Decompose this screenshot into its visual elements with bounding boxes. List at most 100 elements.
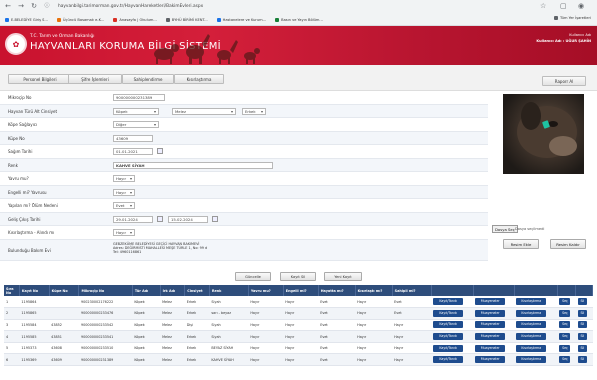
column-header[interactable]: Tür Adı [132,285,161,296]
bookmark-item[interactable]: Anasayfa | Okulum... [113,17,157,22]
calendar-icon[interactable] [212,215,218,222]
column-header[interactable] [473,285,515,296]
bookmark-item[interactable]: Basın ve Yayın Bölüm... [275,17,323,22]
delete-button[interactable]: Sil [577,344,587,352]
star-icon[interactable]: ☆ [540,2,546,10]
column-header[interactable] [514,285,558,296]
all-bookmarks[interactable]: Tüm Yer İşaretleri [553,16,591,20]
tag-provider-select[interactable]: Diğer [113,121,159,128]
neutering-button[interactable]: Kısırlaştırma [516,333,547,341]
sidebar-icon[interactable]: ▢ [560,2,567,10]
examinations-button[interactable]: Muayeneler [475,344,506,352]
select-button[interactable]: Seç [559,356,571,364]
action-cell: Kayıt/Tanıtı [431,353,474,367]
arrival-date-input[interactable]: 29.01.2024 [113,215,153,223]
delete-button[interactable]: Sil [577,333,587,341]
column-header[interactable]: Küpe No [49,285,80,296]
calendar-icon[interactable] [157,215,163,222]
new-record-button[interactable]: Yeni Kayıt [324,272,362,281]
tab-sahiplendirme[interactable]: Sahiplendirme [122,74,174,84]
neutering-button[interactable]: Kısırlaştırma [516,309,547,317]
select-button[interactable]: Seç [559,321,571,329]
select-button[interactable]: Seç [559,333,571,341]
url-field[interactable]: hayvanbilgi.tarimorman.gov.tr/HayvanHare… [58,4,203,9]
neutering-button[interactable]: Kısırlaştırma [516,298,547,306]
table-cell: Evet [318,330,356,343]
species-select[interactable]: Köpek [113,107,159,115]
report-button[interactable]: Raporr Al [542,76,586,86]
delete-button[interactable]: Sil [577,309,587,317]
tab-kisirlastirma[interactable]: Kısırlaştırma [174,74,224,84]
delete-button[interactable]: Sil [577,356,587,364]
tag-no-input[interactable]: 43609 [113,134,153,142]
tab-sifre[interactable]: Şifre İşlemleri [68,74,122,84]
column-header[interactable] [575,285,593,296]
column-header[interactable]: Kısırlaştı mı? [355,285,393,296]
disabled-select[interactable]: Hayır [113,188,135,196]
bookmark-item[interactable]: Üçüncü Basamak e-K... [56,17,104,22]
departure-date-input[interactable]: 15.02.2024 [168,215,208,223]
profile-icon[interactable]: ◉ [578,2,584,10]
delete-button[interactable]: Sil [577,321,587,329]
bookmark-item[interactable]: Hastanelere ve Kurum... [216,17,266,22]
choose-file-button[interactable]: Dosya Seç [492,225,518,233]
column-header[interactable]: Hayatta mı? [318,285,356,296]
calendar-icon[interactable] [157,148,163,154]
details-button[interactable]: Kayıt/Tanıtı [433,333,464,341]
column-header[interactable]: Yavru mu? [248,285,284,296]
site-info-icon[interactable]: ⓘ [42,2,52,12]
bookmark-item[interactable]: BYHÜ BİRİMİ KENT... [165,17,208,22]
table-row[interactable]: 2 1195865 900000000233476 Köpek Melez Erkek sa… [4,307,593,320]
select-button[interactable]: Seç [559,309,571,317]
examinations-button[interactable]: Muayeneler [475,321,506,329]
column-header[interactable]: Sahipli mi? [392,285,432,296]
select-button[interactable]: Seç [559,298,571,306]
column-header[interactable] [557,285,577,296]
neutering-button[interactable]: Kısırlaştırma [516,356,547,364]
table-row[interactable]: 3 1195584 43852 900000000233542 Köpek Melez Di… [4,319,593,332]
tab-personel[interactable]: Personel Bilgileri [8,74,72,84]
action-cell: Sil [575,330,593,343]
column-header[interactable]: Kayıt No [19,285,50,296]
details-button[interactable]: Kayıt/Tanıtı [433,321,464,329]
column-header[interactable]: Irk Adı [160,285,186,296]
details-button[interactable]: Kayıt/Tanıtı [433,344,464,352]
add-photo-button[interactable]: Resim Ekle [503,239,539,249]
birth-date-input[interactable]: 01.01.2021 [113,148,153,155]
column-header[interactable]: Cinsiyet [184,285,210,296]
examinations-button[interactable]: Muayeneler [475,298,506,306]
column-header[interactable]: Sıra No [4,285,20,296]
remove-photo-button[interactable]: Resim Kaldır [550,239,586,249]
table-row[interactable]: 1 1195864 900230002176222 Köpek Melez Erkek Si… [4,296,593,309]
neutering-button[interactable]: Kısırlaştırma [516,344,547,352]
column-header[interactable]: Renk [209,285,249,296]
neutered-select[interactable]: Hayır [113,229,135,236]
forward-icon[interactable]: → [16,2,26,12]
examinations-button[interactable]: Muayeneler [475,356,506,364]
table-row[interactable]: 4 1195585 43851 900000000233541 Köpek Melez Er… [4,330,593,343]
color-input[interactable]: KAHVE SİYAH [113,161,273,169]
neutering-button[interactable]: Kısırlaştırma [516,321,547,329]
microchip-input[interactable]: 900000000231389 [113,94,165,101]
table-row[interactable]: 6 1195369 43609 900000000231389 Köpek Melez Er… [4,353,593,367]
details-button[interactable]: Kayıt/Tanıtı [433,298,464,306]
breed-select[interactable]: Melez [172,107,236,115]
column-header[interactable]: Mikroçip No [78,285,133,296]
gender-select[interactable]: Erkek [242,107,266,115]
column-header[interactable] [431,285,474,296]
back-icon[interactable]: ← [3,2,13,12]
delete-button[interactable]: Sil [577,298,587,306]
update-button[interactable]: Güncelle [235,272,271,281]
column-header[interactable]: Engelli mi? [283,285,319,296]
examinations-button[interactable]: Muayeneler [475,309,506,317]
details-button[interactable]: Kayıt/Tanıtı [433,309,464,317]
details-button[interactable]: Kayıt/Tanıtı [433,356,464,364]
select-button[interactable]: Seç [559,344,571,352]
table-row[interactable]: 5 1195373 43608 900000000233510 Köpek Melez Er… [4,342,593,355]
reload-icon[interactable]: ↻ [29,2,39,12]
alive-select[interactable]: Evet [113,202,135,209]
puppy-select[interactable]: Hayır [113,175,135,182]
bookmark-item[interactable]: E-BELEDİYE Giriş S... [5,17,48,22]
examinations-button[interactable]: Muayeneler [475,333,506,341]
delete-record-button[interactable]: Kayıt Sil [280,272,316,281]
